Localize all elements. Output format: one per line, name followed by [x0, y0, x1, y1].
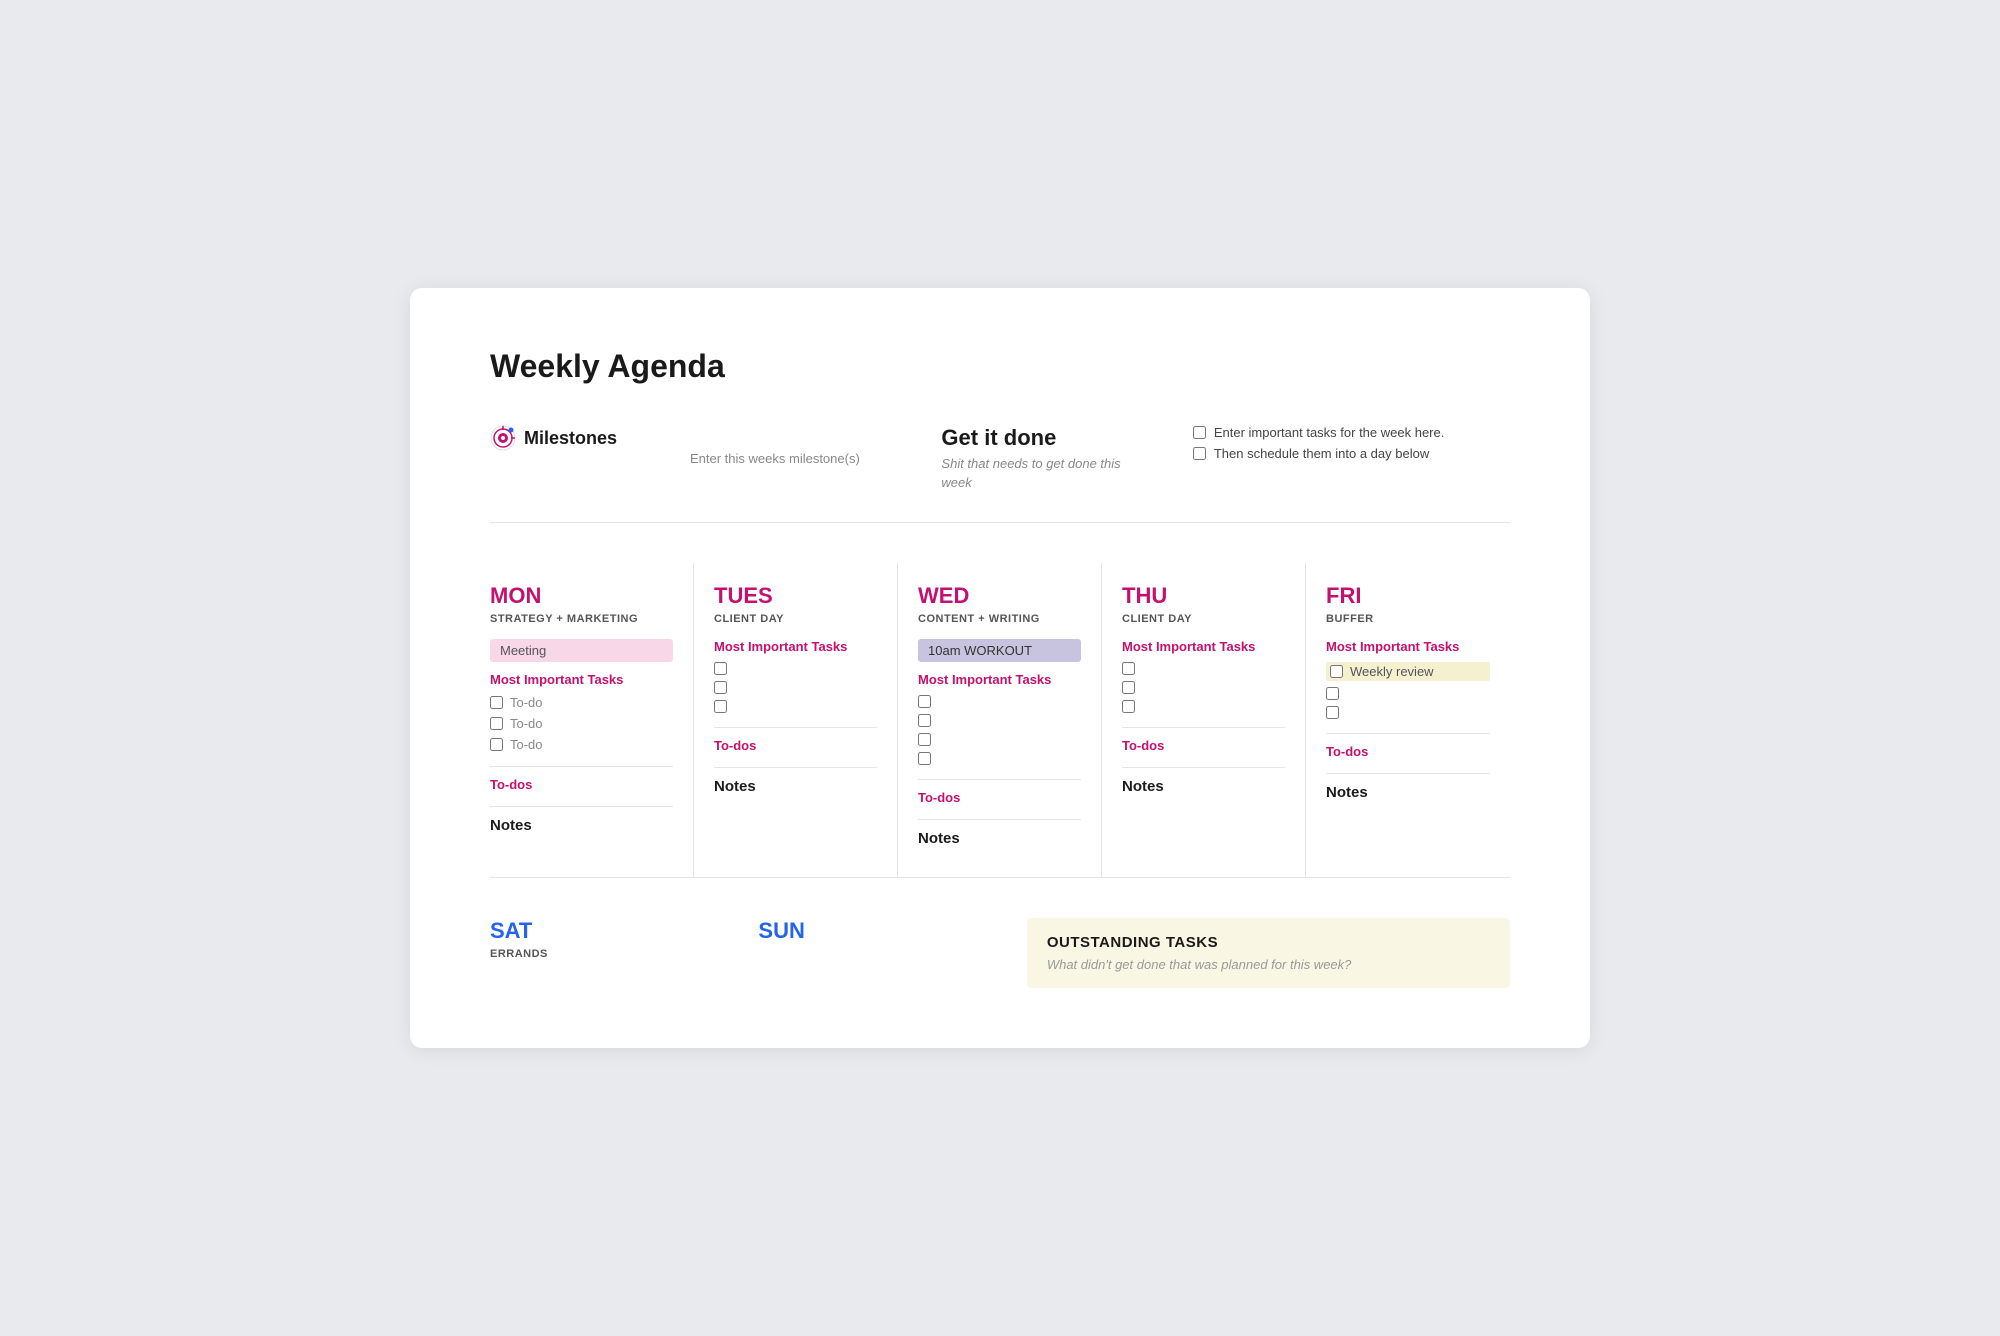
- outstanding-title: OUTSTANDING TASKS: [1047, 934, 1490, 951]
- outstanding-subtitle: What didn't get done that was planned fo…: [1047, 957, 1490, 972]
- day-name-mon: MON: [490, 583, 673, 609]
- day-col-fri: FRI BUFFER Most Important Tasks Weekly r…: [1306, 563, 1510, 877]
- wed-check-3: [918, 733, 1081, 746]
- wed-event: 10am WORKOUT: [918, 639, 1081, 662]
- day-type-fri: BUFFER: [1326, 613, 1490, 625]
- check-label-2: Then schedule them into a day below: [1214, 446, 1429, 461]
- tues-check-2: [714, 681, 877, 694]
- day-col-sun: SUN: [758, 918, 1026, 948]
- fri-notes-label: Notes: [1326, 784, 1490, 801]
- fri-mit-label: Most Important Tasks: [1326, 639, 1490, 654]
- get-it-done-section: Get it done Shit that needs to get done …: [941, 425, 1152, 491]
- bottom-grid: SAT ERRANDS SUN OUTSTANDING TASKS What d…: [490, 918, 1510, 988]
- wed-checkbox-1[interactable]: [918, 695, 931, 708]
- day-name-fri: FRI: [1326, 583, 1490, 609]
- wed-check-1: [918, 695, 1081, 708]
- day-col-wed: WED CONTENT + WRITING 10am WORKOUT Most …: [898, 563, 1102, 877]
- wed-notes-label: Notes: [918, 830, 1081, 847]
- day-col-sat: SAT ERRANDS: [490, 918, 758, 974]
- day-col-tues: TUES CLIENT DAY Most Important Tasks To-…: [694, 563, 898, 877]
- wed-mit-label: Most Important Tasks: [918, 672, 1081, 687]
- tues-mit-label: Most Important Tasks: [714, 639, 877, 654]
- day-type-wed: CONTENT + WRITING: [918, 613, 1081, 625]
- wed-checkbox-2[interactable]: [918, 714, 931, 727]
- mon-notes-label: Notes: [490, 817, 673, 834]
- mon-todo-2: To-do: [510, 716, 543, 731]
- thu-checkbox-1[interactable]: [1122, 662, 1135, 675]
- day-name-sun: SUN: [758, 918, 996, 944]
- get-it-done-title: Get it done: [941, 425, 1152, 451]
- day-col-thu: THU CLIENT DAY Most Important Tasks To-d…: [1102, 563, 1306, 877]
- day-type-thu: CLIENT DAY: [1122, 613, 1285, 625]
- mon-event: Meeting: [490, 639, 673, 662]
- day-name-wed: WED: [918, 583, 1081, 609]
- mon-check-3: To-do: [490, 737, 673, 752]
- tues-todos-link[interactable]: To-dos: [714, 738, 877, 753]
- target-icon: [490, 425, 516, 451]
- outstanding-tasks-box: OUTSTANDING TASKS What didn't get done t…: [1027, 918, 1510, 988]
- day-type-sat: ERRANDS: [490, 948, 728, 960]
- fri-checkbox-2[interactable]: [1326, 687, 1339, 700]
- tues-check-3: [714, 700, 877, 713]
- tues-notes-label: Notes: [714, 778, 877, 795]
- thu-checkbox-2[interactable]: [1122, 681, 1135, 694]
- thu-notes-label: Notes: [1122, 778, 1285, 795]
- tues-checkbox-1[interactable]: [714, 662, 727, 675]
- thu-mit-label: Most Important Tasks: [1122, 639, 1285, 654]
- milestones-row: Milestones Enter this weeks milestone(s)…: [490, 425, 1510, 522]
- fri-checkbox-highlight[interactable]: [1330, 665, 1343, 678]
- get-it-done-subtitle: Shit that needs to get done this week: [941, 455, 1152, 491]
- wed-checkbox-3[interactable]: [918, 733, 931, 746]
- thu-check-3: [1122, 700, 1285, 713]
- day-col-mon: MON STRATEGY + MARKETING Meeting Most Im…: [490, 563, 694, 877]
- page-title: Weekly Agenda: [490, 348, 1510, 385]
- day-name-tues: TUES: [714, 583, 877, 609]
- check-item-1: Enter important tasks for the week here.: [1193, 425, 1510, 440]
- mon-todos-link[interactable]: To-dos: [490, 777, 673, 792]
- tues-check-1: [714, 662, 877, 675]
- weekly-agenda-card: Weekly Agenda Milestones Enter this week…: [410, 288, 1590, 1047]
- milestones-section: Milestones: [490, 425, 650, 451]
- mon-checkbox-1[interactable]: [490, 696, 503, 709]
- mon-todo-1: To-do: [510, 695, 543, 710]
- check-label-1: Enter important tasks for the week here.: [1214, 425, 1445, 440]
- check-input-1[interactable]: [1193, 426, 1206, 439]
- wed-check-4: [918, 752, 1081, 765]
- fri-check-3: [1326, 706, 1490, 719]
- day-name-thu: THU: [1122, 583, 1285, 609]
- mon-check-1: To-do: [490, 695, 673, 710]
- fri-check-highlighted: Weekly review: [1326, 662, 1490, 681]
- mon-todo-3: To-do: [510, 737, 543, 752]
- days-grid: MON STRATEGY + MARKETING Meeting Most Im…: [490, 563, 1510, 878]
- mon-check-2: To-do: [490, 716, 673, 731]
- tues-checkbox-2[interactable]: [714, 681, 727, 694]
- thu-check-1: [1122, 662, 1285, 675]
- fri-check-2: [1326, 687, 1490, 700]
- day-name-sat: SAT: [490, 918, 728, 944]
- check-item-2: Then schedule them into a day below: [1193, 446, 1510, 461]
- day-type-mon: STRATEGY + MARKETING: [490, 613, 673, 625]
- thu-checkbox-3[interactable]: [1122, 700, 1135, 713]
- fri-checkbox-3[interactable]: [1326, 706, 1339, 719]
- day-type-tues: CLIENT DAY: [714, 613, 877, 625]
- wed-check-2: [918, 714, 1081, 727]
- fri-todo-weekly-review: Weekly review: [1350, 664, 1434, 679]
- tues-checkbox-3[interactable]: [714, 700, 727, 713]
- wed-todos-link[interactable]: To-dos: [918, 790, 1081, 805]
- milestones-label: Milestones: [524, 428, 617, 449]
- wed-checkbox-4[interactable]: [918, 752, 931, 765]
- mon-checkbox-3[interactable]: [490, 738, 503, 751]
- get-it-done-checks: Enter important tasks for the week here.…: [1193, 425, 1510, 467]
- thu-todos-link[interactable]: To-dos: [1122, 738, 1285, 753]
- thu-check-2: [1122, 681, 1285, 694]
- check-input-2[interactable]: [1193, 447, 1206, 460]
- milestones-hint: Enter this weeks milestone(s): [690, 451, 901, 466]
- fri-todos-link[interactable]: To-dos: [1326, 744, 1490, 759]
- mon-checkbox-2[interactable]: [490, 717, 503, 730]
- mon-mit-label: Most Important Tasks: [490, 672, 673, 687]
